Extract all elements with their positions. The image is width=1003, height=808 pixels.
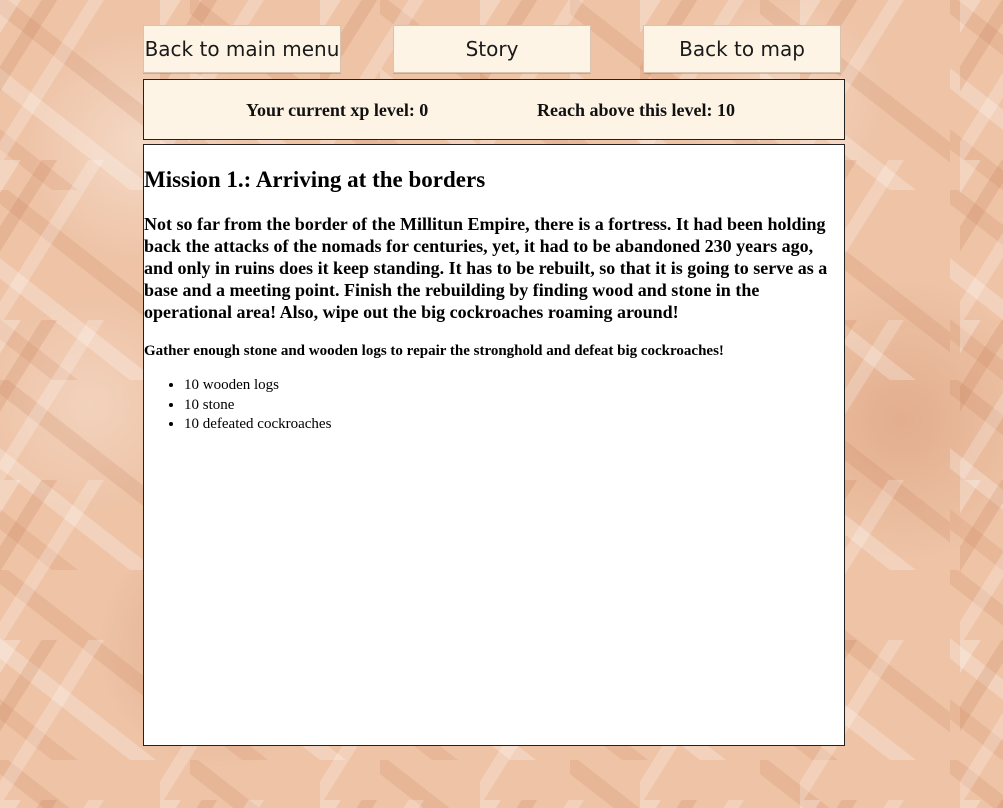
xp-status-panel: Your current xp level: 0 Reach above thi… <box>143 79 845 140</box>
mission-panel: Mission 1.: Arriving at the borders Not … <box>143 144 845 746</box>
objective-item-stone: 10 stone <box>184 396 839 416</box>
mission-goal: Gather enough stone and wooden logs to r… <box>144 343 724 359</box>
objective-item-wooden-logs: 10 wooden logs <box>184 376 839 396</box>
story-button[interactable]: Story <box>393 25 591 73</box>
mission-story: Not so far from the border of the Millit… <box>144 214 828 322</box>
back-to-main-menu-button[interactable]: Back to main menu <box>143 25 341 73</box>
back-to-map-button[interactable]: Back to map <box>643 25 841 73</box>
objective-item-cockroaches: 10 defeated cockroaches <box>184 415 839 435</box>
objective-list: 10 wooden logs 10 stone 10 defeated cock… <box>144 376 839 435</box>
current-xp-level: Your current xp level: 0 <box>246 100 429 120</box>
mission-title: Mission 1.: Arriving at the borders <box>144 167 486 192</box>
target-xp-level: Reach above this level: 10 <box>537 100 735 120</box>
top-navigation: Back to main menu Story Back to map <box>143 25 843 73</box>
